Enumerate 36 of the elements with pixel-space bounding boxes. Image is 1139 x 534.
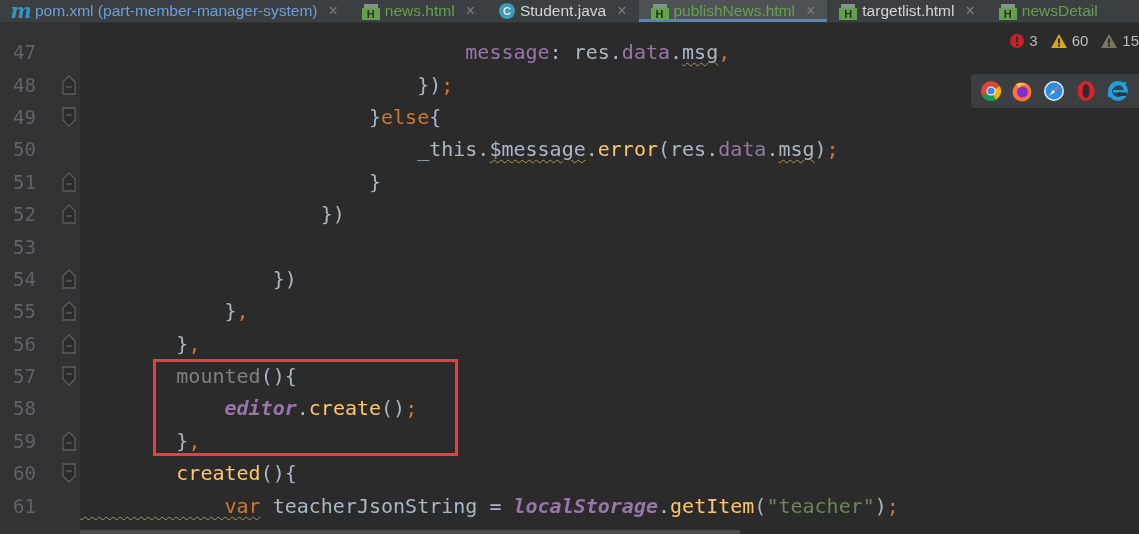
close-button[interactable]: × xyxy=(465,2,475,20)
code-line: }) xyxy=(271,266,297,291)
code-line: }, xyxy=(175,428,201,453)
editor-tab[interactable]: H news.html × xyxy=(349,0,487,22)
code-line: message: res.data.msg, xyxy=(464,40,731,65)
editor-tab[interactable]: H targetlist.html × xyxy=(827,0,987,22)
browser-icon[interactable] xyxy=(1011,80,1034,102)
close-button[interactable]: × xyxy=(617,2,627,20)
code-line: } xyxy=(368,169,382,194)
file-type-icon: C xyxy=(498,3,515,19)
file-type-icon: m xyxy=(12,1,30,21)
code-line: editor.create(); xyxy=(223,396,418,421)
compass-icon[interactable] xyxy=(1043,80,1065,102)
editor-tab[interactable]: H newsDetail xyxy=(986,0,1110,22)
inspection-counter[interactable]: 60 xyxy=(1049,32,1089,49)
error-icon xyxy=(1009,32,1026,49)
browser-icon[interactable] xyxy=(1106,80,1131,102)
code-line: }, xyxy=(175,331,201,356)
inspection-counter[interactable]: 3 xyxy=(1009,32,1038,49)
code-line: created(){ xyxy=(175,461,297,486)
warning-icon xyxy=(1049,32,1068,49)
browser-icon[interactable] xyxy=(979,80,1002,102)
code-line: }, xyxy=(223,299,249,324)
close-button[interactable]: × xyxy=(965,2,975,20)
code-line: _this.$message.error(res.data.msg); xyxy=(416,137,839,162)
close-button[interactable]: × xyxy=(328,2,338,20)
code-line: var teacherJsonString = localStorage.getItem("teacher"); xyxy=(223,493,899,518)
editor-tab[interactable]: C Student.java × xyxy=(486,0,639,22)
warning-icon xyxy=(1100,32,1119,49)
code-line: }); xyxy=(416,72,454,97)
code-line: }else{ xyxy=(368,104,442,129)
inspection-counter[interactable]: 15 xyxy=(1100,32,1139,49)
code-line: }) xyxy=(319,202,345,227)
editor-tab[interactable]: H publishNews.html × xyxy=(638,0,828,22)
fold-marker-icon[interactable] xyxy=(62,106,76,127)
code-line: mounted(){ xyxy=(175,364,297,389)
